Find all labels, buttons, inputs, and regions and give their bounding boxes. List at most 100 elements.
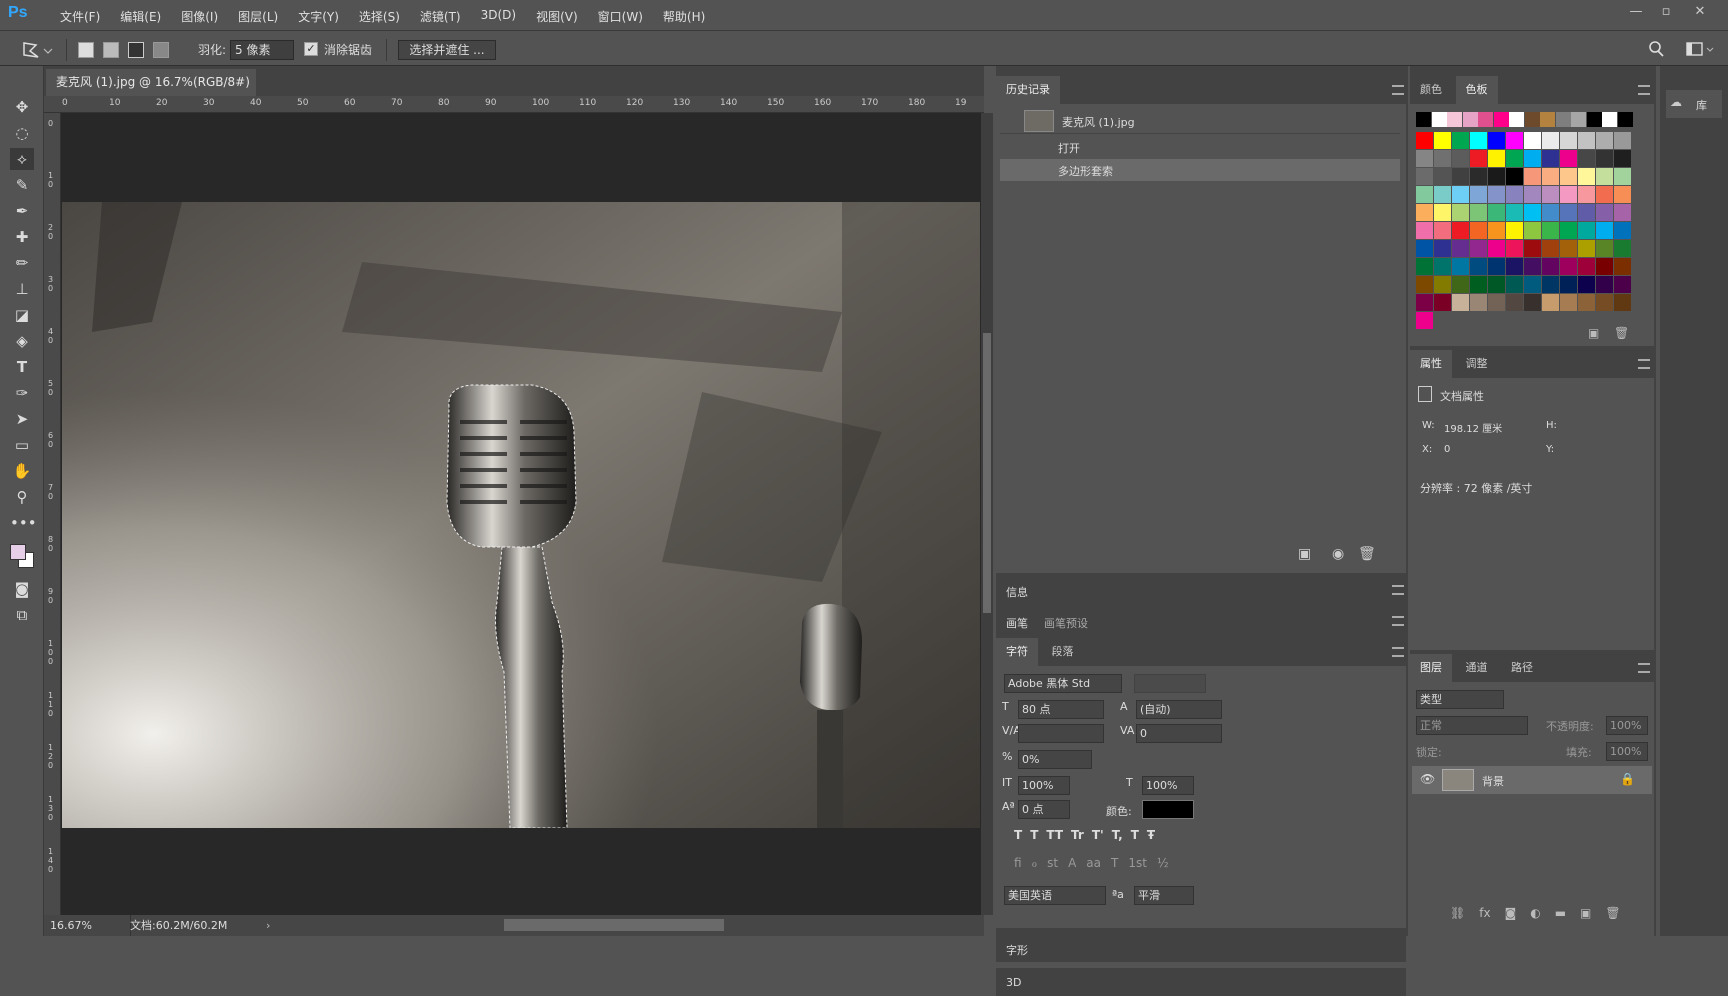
color-swatch[interactable] <box>1488 222 1505 239</box>
layer-filter-select[interactable]: 类型 <box>1416 690 1504 709</box>
zoom-tool-icon[interactable]: ⚲ <box>10 486 34 508</box>
color-swatch[interactable] <box>1560 168 1577 185</box>
color-swatch[interactable] <box>1560 258 1577 275</box>
color-swatch[interactable] <box>1488 240 1505 257</box>
color-swatch[interactable] <box>1416 204 1433 221</box>
antialias-select[interactable]: 平滑 <box>1134 886 1194 905</box>
color-swatch[interactable] <box>1452 222 1469 239</box>
tab-layers[interactable]: 图层 <box>1410 654 1452 682</box>
gradient-tool-icon[interactable]: ◈ <box>10 330 34 352</box>
color-swatch[interactable] <box>1488 186 1505 203</box>
color-swatch[interactable] <box>1560 186 1577 203</box>
color-swatch[interactable] <box>1434 132 1451 149</box>
strikethrough-button[interactable]: Ŧ <box>1147 828 1155 842</box>
color-swatch[interactable] <box>1434 258 1451 275</box>
color-swatch[interactable] <box>1542 222 1559 239</box>
color-swatch[interactable] <box>1452 186 1469 203</box>
color-swatch[interactable] <box>1596 132 1613 149</box>
language-select[interactable]: 美国英语 <box>1004 886 1106 905</box>
color-swatch[interactable] <box>1416 168 1433 185</box>
color-swatch[interactable] <box>1488 294 1505 311</box>
text-color-swatch[interactable] <box>1142 800 1194 819</box>
color-swatch[interactable] <box>1434 204 1451 221</box>
color-swatch[interactable] <box>1578 258 1595 275</box>
subtract-selection-icon[interactable] <box>128 42 144 58</box>
color-swatch[interactable] <box>1524 168 1541 185</box>
color-swatch[interactable] <box>1614 150 1631 167</box>
lasso-tool-icon[interactable]: ⟡ <box>10 148 34 170</box>
color-swatch[interactable] <box>1578 294 1595 311</box>
fx-icon[interactable]: fx <box>1479 906 1490 920</box>
history-snapshot[interactable]: 麦克风 (1).jpg <box>1000 108 1400 134</box>
color-swatch[interactable] <box>1524 132 1541 149</box>
new-layer-icon[interactable]: ▣ <box>1580 906 1591 920</box>
antialias-checkbox[interactable]: ✓ <box>304 42 318 56</box>
all-caps-button[interactable]: TT <box>1046 828 1063 842</box>
font-family-select[interactable]: Adobe 黑体 Std <box>1004 674 1122 693</box>
color-swatch[interactable] <box>1614 258 1631 275</box>
color-swatch[interactable] <box>1470 240 1487 257</box>
new-group-icon[interactable]: ▬ <box>1555 906 1566 920</box>
tab-3d[interactable]: 3D <box>1006 976 1021 989</box>
path-select-tool-icon[interactable]: ➤ <box>10 408 34 430</box>
document-tab[interactable]: 麦克风 (1).jpg @ 16.7%(RGB/8#) × <box>46 69 256 116</box>
color-swatch[interactable] <box>1488 276 1505 293</box>
color-swatch[interactable] <box>1506 222 1523 239</box>
color-swatch[interactable] <box>1447 112 1462 127</box>
eraser-tool-icon[interactable]: ◪ <box>10 304 34 326</box>
color-swatch[interactable] <box>1542 150 1559 167</box>
status-arrow-icon[interactable]: › <box>266 915 270 936</box>
discretionary-ligatures-button[interactable]: st <box>1047 856 1058 870</box>
color-swatch[interactable] <box>1416 186 1433 203</box>
color-swatch[interactable] <box>1509 112 1524 127</box>
color-swatch[interactable] <box>1452 150 1469 167</box>
color-swatch[interactable] <box>1560 294 1577 311</box>
color-swatch[interactable] <box>1452 168 1469 185</box>
color-swatch[interactable] <box>1416 294 1433 311</box>
color-swatch[interactable] <box>1542 240 1559 257</box>
color-swatch[interactable] <box>1614 186 1631 203</box>
color-swatch[interactable] <box>1416 258 1433 275</box>
panel-menu-icon[interactable] <box>1392 616 1404 626</box>
color-swatch[interactable] <box>1434 276 1451 293</box>
tab-channels[interactable]: 通道 <box>1456 654 1498 682</box>
color-swatch[interactable] <box>1542 132 1559 149</box>
brush-tool-icon[interactable]: ✏ <box>10 252 34 274</box>
tsume-field[interactable]: 0% <box>1018 750 1092 769</box>
bold-button[interactable]: T <box>1014 828 1022 842</box>
color-swatch[interactable] <box>1416 276 1433 293</box>
menu-select[interactable]: 选择(S) <box>349 8 410 25</box>
color-swatch[interactable] <box>1578 276 1595 293</box>
color-swatch[interactable] <box>1540 112 1555 127</box>
font-size-field[interactable]: 80 点 <box>1018 700 1104 719</box>
color-swatch[interactable] <box>1416 312 1433 329</box>
color-swatch[interactable] <box>1596 168 1613 185</box>
color-swatch[interactable] <box>1614 276 1631 293</box>
tab-history[interactable]: 历史记录 <box>996 76 1060 104</box>
color-swatch[interactable] <box>1614 222 1631 239</box>
color-swatch[interactable] <box>1578 132 1595 149</box>
color-swatch[interactable] <box>1470 258 1487 275</box>
color-swatch[interactable] <box>1560 276 1577 293</box>
tab-paragraph[interactable]: 段落 <box>1042 638 1084 666</box>
menu-file[interactable]: 文件(F) <box>50 8 110 25</box>
menu-window[interactable]: 窗口(W) <box>588 8 653 25</box>
color-swatch[interactable] <box>1434 240 1451 257</box>
color-swatch[interactable] <box>1506 132 1523 149</box>
delete-layer-icon[interactable]: 🗑 <box>1605 906 1620 920</box>
feather-input[interactable]: 5 像素 <box>230 40 294 60</box>
color-swatch[interactable] <box>1560 222 1577 239</box>
color-swatch[interactable] <box>1614 168 1631 185</box>
color-swatch[interactable] <box>1452 294 1469 311</box>
tab-paths[interactable]: 路径 <box>1501 654 1543 682</box>
new-swatch-icon[interactable]: ▣ <box>1588 326 1599 340</box>
color-swatch[interactable] <box>1493 112 1509 127</box>
color-swatch[interactable] <box>1560 150 1577 167</box>
panel-menu-icon[interactable] <box>1638 85 1650 95</box>
menu-image[interactable]: 图像(I) <box>171 8 228 25</box>
delete-state-icon[interactable]: 🗑 <box>1358 546 1376 562</box>
hand-tool-icon[interactable]: ✋ <box>10 460 34 482</box>
fractions-button[interactable]: ½ <box>1157 856 1169 870</box>
intersect-selection-icon[interactable] <box>153 42 169 58</box>
color-swatch[interactable] <box>1596 294 1613 311</box>
